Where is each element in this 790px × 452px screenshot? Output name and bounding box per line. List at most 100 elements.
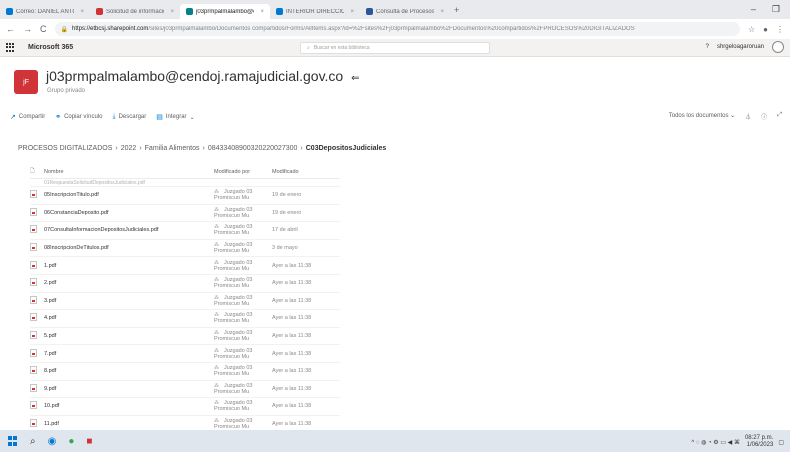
list-item[interactable]: 07ConsultaInformacionDepositosJudiciales…	[30, 222, 340, 240]
address-path: /sites/j03prmpalmalambo/Documentos compa…	[148, 26, 635, 32]
forward-icon[interactable]: →	[23, 24, 32, 34]
file-name[interactable]: 8.pdf	[44, 368, 214, 374]
file-type-icon: 🗋	[30, 168, 35, 174]
search-icon[interactable]: ⌕	[30, 436, 36, 447]
close-tab-icon[interactable]: ×	[170, 9, 174, 15]
tab-label: Correo: DANIEL ANTONIO RO	[16, 8, 74, 15]
tab-label: Solicitud de información - Acc	[106, 8, 164, 15]
close-tab-icon[interactable]: ×	[260, 9, 264, 15]
file-name[interactable]: 06ConstanciaDeposito.pdf	[44, 210, 214, 216]
list-item[interactable]: 3.pdf ⁂ Juzgado 03 Promiscuo Mu Ayer a las …	[30, 293, 340, 311]
download-button[interactable]: ⤓ Descargar	[112, 113, 146, 121]
column-modified-by[interactable]: Modificado por	[214, 169, 272, 175]
clock[interactable]: 08:27 p.m. 1/06/2023	[745, 435, 773, 449]
copy-link-button[interactable]: ⚭ Copiar vínculo	[55, 113, 102, 121]
breadcrumb-item[interactable]: 08433408900320220027300	[208, 145, 298, 152]
tab-favicon-icon	[186, 8, 193, 15]
browser-tab[interactable]: INTERIOR DIRECCIONAMIENTO ×	[270, 4, 360, 19]
browser-tab[interactable]: j03prmpalmalambo@cendoj ×	[180, 4, 270, 19]
list-item[interactable]: 8.pdf ⁂ Juzgado 03 Promiscuo Mu Ayer a las …	[30, 363, 340, 381]
file-name[interactable]: 5.pdf	[44, 333, 214, 339]
back-icon[interactable]: ←	[6, 24, 15, 34]
search-box[interactable]: ⌕ Buscar en esta biblioteca	[300, 42, 490, 54]
tab-label: INTERIOR DIRECCIONAMIENTO	[286, 8, 345, 15]
reload-icon[interactable]: C	[40, 24, 47, 34]
list-item[interactable]: 08InscripcionDeTitulos.pdf ⁂ Juzgado 03 Pr…	[30, 240, 340, 258]
chrome-icon[interactable]: ●	[68, 436, 74, 447]
file-name[interactable]: 10.pdf	[44, 403, 214, 409]
close-tab-icon[interactable]: ×	[440, 9, 444, 15]
edge-icon[interactable]: ◉	[48, 436, 57, 447]
view-selector[interactable]: Todos los documentos ⌄	[669, 112, 735, 121]
list-item[interactable]: 2.pdf ⁂ Juzgado 03 Promiscuo Mu Ayer a las …	[30, 275, 340, 293]
app-launcher-icon[interactable]	[6, 42, 16, 53]
file-name[interactable]: 11.pdf	[44, 421, 214, 427]
integrate-button[interactable]: ▤ Integrar ⌄	[156, 113, 194, 121]
breadcrumb-item[interactable]: PROCESOS DIGITALIZADOS	[18, 145, 112, 152]
file-name[interactable]: 2.pdf	[44, 280, 214, 286]
file-name[interactable]: 1.pdf	[44, 263, 214, 269]
windows-start-icon[interactable]	[8, 436, 18, 446]
address-input[interactable]: 🔒 https://etbcsj.sharepoint.com /sites/j…	[54, 22, 740, 36]
breadcrumb-item[interactable]: Familia Alimentos	[145, 145, 200, 152]
modified-date: Ayer a las 11:38	[272, 315, 312, 322]
column-modified[interactable]: Modificado	[272, 169, 332, 175]
file-name[interactable]: 05InscripcionTitulo.pdf	[44, 192, 214, 198]
follow-icon[interactable]: ⇐	[351, 73, 359, 84]
close-tab-icon[interactable]: ×	[80, 9, 84, 15]
download-icon: ⤓	[112, 113, 116, 120]
list-item[interactable]: 4.pdf ⁂ Juzgado 03 Promiscuo Mu Ayer a las …	[30, 310, 340, 328]
file-name[interactable]: 4.pdf	[44, 315, 214, 321]
share-button[interactable]: ↗ Compartir	[10, 113, 45, 121]
column-name[interactable]: Nombre	[44, 169, 214, 175]
list-item[interactable]: 10.pdf ⁂ Juzgado 03 Promiscuo Mu Ayer a las…	[30, 398, 340, 416]
browser-tab-strip: Correo: DANIEL ANTONIO RO×Solicitud de i…	[0, 0, 790, 19]
taskbar: ⌕ ◉ ● ■ ^ ◌ ◍ ◔ ⚙ ▭ ◀ ⌘ 08:27 p.m. 1/06/…	[0, 430, 790, 452]
group-avatar: jF	[14, 70, 38, 94]
profile-icon[interactable]: ●	[763, 25, 768, 34]
avatar[interactable]	[772, 41, 784, 53]
menu-icon[interactable]: ⋮	[776, 25, 784, 34]
expand-icon[interactable]: ⤢	[777, 112, 782, 121]
list-item[interactable]: 1.pdf ⁂ Juzgado 03 Promiscuo Mu Ayer a las …	[30, 257, 340, 275]
help-icon[interactable]: ?	[706, 44, 709, 50]
file-name[interactable]: 9.pdf	[44, 386, 214, 392]
pdf-file-icon	[30, 190, 37, 199]
list-item[interactable]: 01RespuestaSolicitudDepositosJudiciales.…	[30, 179, 340, 187]
notifications-icon[interactable]: ▢	[778, 439, 784, 446]
browser-tab[interactable]: Solicitud de información - Acc ×	[90, 4, 180, 19]
file-name[interactable]: 08InscripcionDeTitulos.pdf	[44, 245, 214, 251]
file-name[interactable]: 7.pdf	[44, 351, 214, 357]
browser-tab[interactable]: Correo: DANIEL ANTONIO RO ×	[0, 4, 90, 19]
info-icon[interactable]: ⓘ	[761, 112, 767, 121]
star-icon[interactable]: ☆	[748, 25, 755, 34]
close-tab-icon[interactable]: ×	[350, 9, 354, 15]
list-item[interactable]: 05InscripcionTitulo.pdf ⁂ Juzgado 03 Promi…	[30, 187, 340, 205]
breadcrumb-item[interactable]: 2022	[121, 145, 137, 152]
browser-tab[interactable]: Consulta de Procesos Judiciales ×	[360, 4, 450, 19]
modified-date: Ayer a las 11:38	[272, 421, 312, 428]
pdf-file-icon	[30, 278, 37, 287]
command-bar-right: Todos los documentos ⌄ ⏃ ⓘ ⤢	[669, 112, 782, 121]
tray-icons[interactable]: ^ ◌ ◍ ◔ ⚙ ▭ ◀ ⌘	[691, 439, 740, 446]
breadcrumb-current: C03DepositosJudiciales	[305, 145, 387, 152]
new-tab-button[interactable]: +	[454, 5, 459, 15]
command-bar: ↗ Compartir ⚭ Copiar vínculo ⤓ Descargar ▤ I…	[0, 108, 790, 126]
list-item[interactable]: 06ConstanciaDeposito.pdf ⁂ Juzgado 03 Prom…	[30, 205, 340, 223]
file-name[interactable]: 3.pdf	[44, 298, 214, 304]
modified-date: Ayer a las 11:38	[272, 350, 312, 357]
minimize-button[interactable]: –	[751, 4, 756, 15]
pdf-file-icon	[30, 260, 37, 269]
list-item[interactable]: 5.pdf ⁂ Juzgado 03 Promiscuo Mu Ayer a las …	[30, 328, 340, 346]
pdf-file-icon	[30, 366, 37, 375]
maximize-button[interactable]: ❐	[772, 4, 780, 15]
tab-favicon-icon	[96, 8, 103, 15]
group-subtitle: Grupo privado	[47, 88, 86, 94]
modified-date: Ayer a las 11:38	[272, 333, 312, 340]
search-placeholder: Buscar en esta biblioteca	[313, 45, 370, 51]
list-item[interactable]: 9.pdf ⁂ Juzgado 03 Promiscuo Mu Ayer a las …	[30, 381, 340, 399]
store-icon[interactable]: ■	[86, 436, 92, 447]
file-name[interactable]: 07ConsultaInformacionDepositosJudiciales…	[44, 227, 214, 233]
filter-icon[interactable]: ⏃	[745, 112, 751, 121]
list-item[interactable]: 7.pdf ⁂ Juzgado 03 Promiscuo Mu Ayer a las …	[30, 345, 340, 363]
